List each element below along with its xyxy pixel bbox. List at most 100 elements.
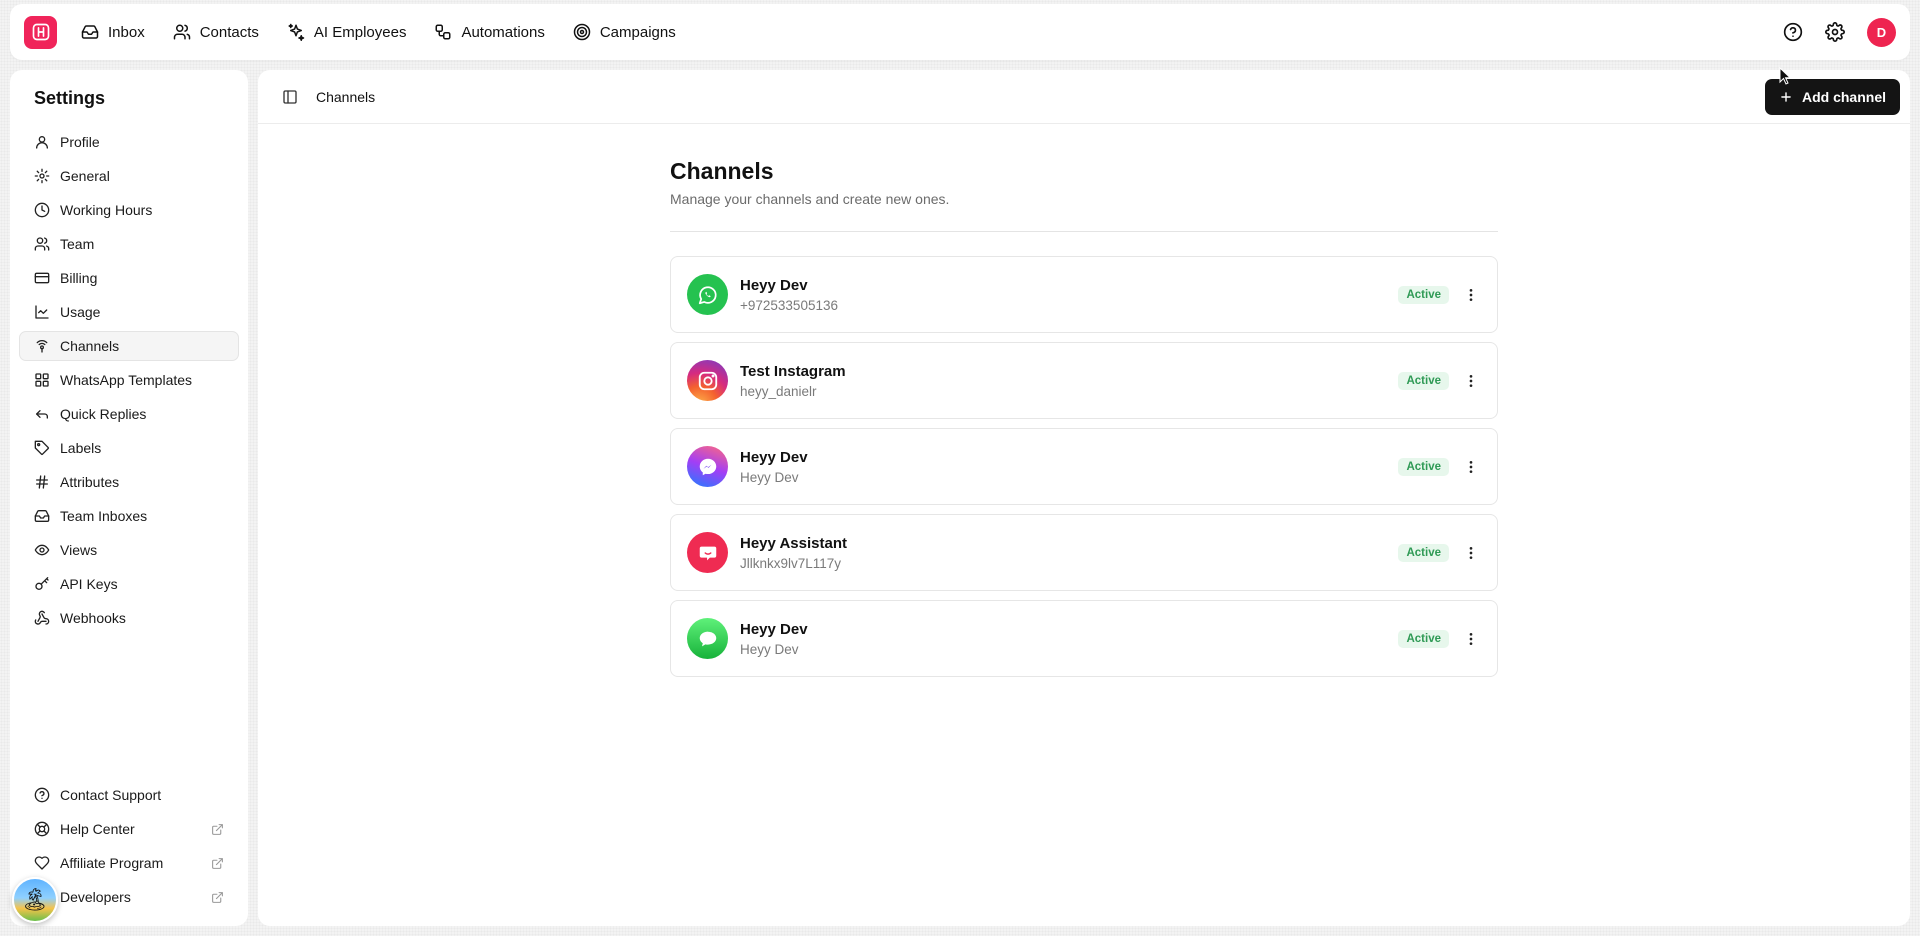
sidebar-title: Settings — [34, 88, 106, 108]
nav-inbox-label: Inbox — [108, 23, 145, 41]
messenger-icon — [687, 446, 728, 487]
sidebar-item-general[interactable]: General — [19, 161, 239, 191]
more-vertical-icon — [1469, 632, 1473, 645]
sidebar-item-views[interactable]: Views — [19, 535, 239, 565]
sidebar-item-label: Quick Replies — [60, 406, 147, 422]
sidebar-item-label: Billing — [60, 270, 98, 286]
sidebar-item-label: Views — [60, 542, 98, 558]
help-circle-icon — [34, 787, 50, 803]
inbox-icon — [81, 25, 99, 39]
sidebar-item-label: Usage — [60, 304, 101, 320]
channel-name: Heyy Dev — [740, 276, 808, 294]
app-logo[interactable] — [24, 15, 57, 49]
sidebar-item-attributes[interactable]: Attributes — [19, 467, 239, 497]
page-subtitle: Manage your channels and create new ones… — [670, 191, 950, 207]
more-options-button[interactable] — [1461, 543, 1481, 563]
status-badge: Active — [1398, 457, 1449, 476]
imessage-icon — [687, 618, 728, 659]
sidebar-item-quick-replies[interactable]: Quick Replies — [19, 399, 239, 429]
status-badge: Active — [1398, 543, 1449, 562]
more-options-button[interactable] — [1461, 285, 1481, 305]
eye-icon — [34, 544, 50, 556]
status-badge: Active — [1398, 629, 1449, 648]
signal-icon — [36, 340, 48, 353]
channel-card-instagram[interactable]: Test Instagram heyy_danielr Active — [670, 342, 1498, 419]
channel-detail: Heyy Dev — [740, 641, 799, 657]
nav-inbox[interactable]: Inbox — [81, 23, 145, 41]
nav-ai-employees-label: AI Employees — [313, 23, 407, 41]
panel-left-icon — [283, 89, 297, 104]
credit-card-icon — [34, 272, 50, 284]
settings-button[interactable] — [1825, 22, 1845, 42]
sidebar-item-help-center[interactable]: Help Center — [19, 814, 239, 844]
sidebar-item-usage[interactable]: Usage — [19, 297, 239, 327]
channel-name: Heyy Dev — [740, 448, 808, 466]
cursor-arrow-icon — [1779, 67, 1791, 85]
sidebar-item-label: API Keys — [60, 576, 118, 592]
nav-campaigns-label: Campaigns — [599, 23, 676, 41]
sidebar-item-billing[interactable]: Billing — [19, 263, 239, 293]
channels-content: Channels Manage your channels and create… — [670, 158, 1498, 686]
channel-detail: +972533505136 — [740, 297, 838, 313]
channel-card-imessage[interactable]: Heyy Dev Heyy Dev Active — [670, 600, 1498, 677]
chat-assistant-icon — [687, 532, 728, 573]
more-vertical-icon — [1469, 374, 1473, 387]
more-vertical-icon — [1469, 460, 1473, 473]
sidebar-item-whatsapp-templates[interactable]: WhatsApp Templates — [19, 365, 239, 395]
sidebar-item-team[interactable]: Team — [19, 229, 239, 259]
sidebar-item-label: Help Center — [60, 821, 135, 837]
channel-detail: Heyy Dev — [740, 469, 799, 485]
sidebar-item-contact-support[interactable]: Contact Support — [19, 780, 239, 810]
nav-automations-label: Automations — [461, 23, 545, 41]
sidebar-item-webhooks[interactable]: Webhooks — [19, 603, 239, 633]
plus-icon — [1781, 91, 1791, 102]
nav-automations[interactable]: Automations — [434, 23, 545, 41]
sidebar-item-label: Profile — [60, 134, 100, 150]
add-channel-label: Add channel — [1801, 88, 1886, 105]
sidebar-item-labels[interactable]: Labels — [19, 433, 239, 463]
user-avatar[interactable]: D — [1867, 17, 1896, 47]
more-vertical-icon — [1469, 288, 1473, 301]
nav-campaigns[interactable]: Campaigns — [573, 23, 676, 41]
inbox-icon — [34, 510, 50, 522]
nav-contacts[interactable]: Contacts — [173, 23, 259, 41]
sidebar-item-label: Contact Support — [60, 787, 162, 803]
logo-mark-icon — [32, 23, 49, 41]
template-icon — [35, 373, 49, 387]
sidebar-item-profile[interactable]: Profile — [19, 127, 239, 157]
external-link-icon — [211, 857, 224, 870]
floating-widget-button[interactable]: 🏝 — [12, 877, 58, 923]
sidebar-item-label: Team — [60, 236, 95, 252]
sidebar-item-api-keys[interactable]: API Keys — [19, 569, 239, 599]
sidebar-item-affiliate-program[interactable]: Affiliate Program — [19, 848, 239, 878]
workflow-icon — [435, 24, 451, 40]
clock-icon — [34, 202, 50, 218]
target-icon — [573, 23, 591, 41]
hash-icon — [36, 475, 48, 489]
sidebar-item-channels[interactable]: Channels — [19, 331, 239, 361]
lifebuoy-icon — [34, 821, 50, 837]
channel-name: Test Instagram — [740, 362, 846, 380]
more-options-button[interactable] — [1461, 629, 1481, 649]
page-title: Channels — [670, 158, 774, 184]
sidebar-item-working-hours[interactable]: Working Hours — [19, 195, 239, 225]
channel-card-assistant[interactable]: Heyy Assistant Jllknkx9lv7L117y Active — [670, 514, 1498, 591]
sidebar-item-team-inboxes[interactable]: Team Inboxes — [19, 501, 239, 531]
sidebar-item-label: Attributes — [60, 474, 120, 490]
divider — [670, 231, 1498, 232]
channel-name: Heyy Assistant — [740, 534, 847, 552]
nav-ai-employees[interactable]: AI Employees — [287, 23, 407, 41]
channel-card-whatsapp[interactable]: Heyy Dev +972533505136 Active — [670, 256, 1498, 333]
external-link-icon — [211, 823, 224, 836]
gear-icon — [34, 168, 50, 184]
sidebar-item-label: Webhooks — [60, 610, 126, 626]
help-circle-icon — [1783, 22, 1803, 42]
toggle-sidebar-button[interactable] — [282, 89, 298, 105]
tag-icon — [34, 440, 50, 456]
more-options-button[interactable] — [1461, 457, 1481, 477]
more-options-button[interactable] — [1461, 371, 1481, 391]
channel-card-messenger[interactable]: Heyy Dev Heyy Dev Active — [670, 428, 1498, 505]
main-panel: Channels Add channel Channels Manage you… — [258, 70, 1910, 926]
help-button[interactable] — [1783, 22, 1803, 42]
palm-tree-icon: 🏝 — [21, 887, 49, 912]
